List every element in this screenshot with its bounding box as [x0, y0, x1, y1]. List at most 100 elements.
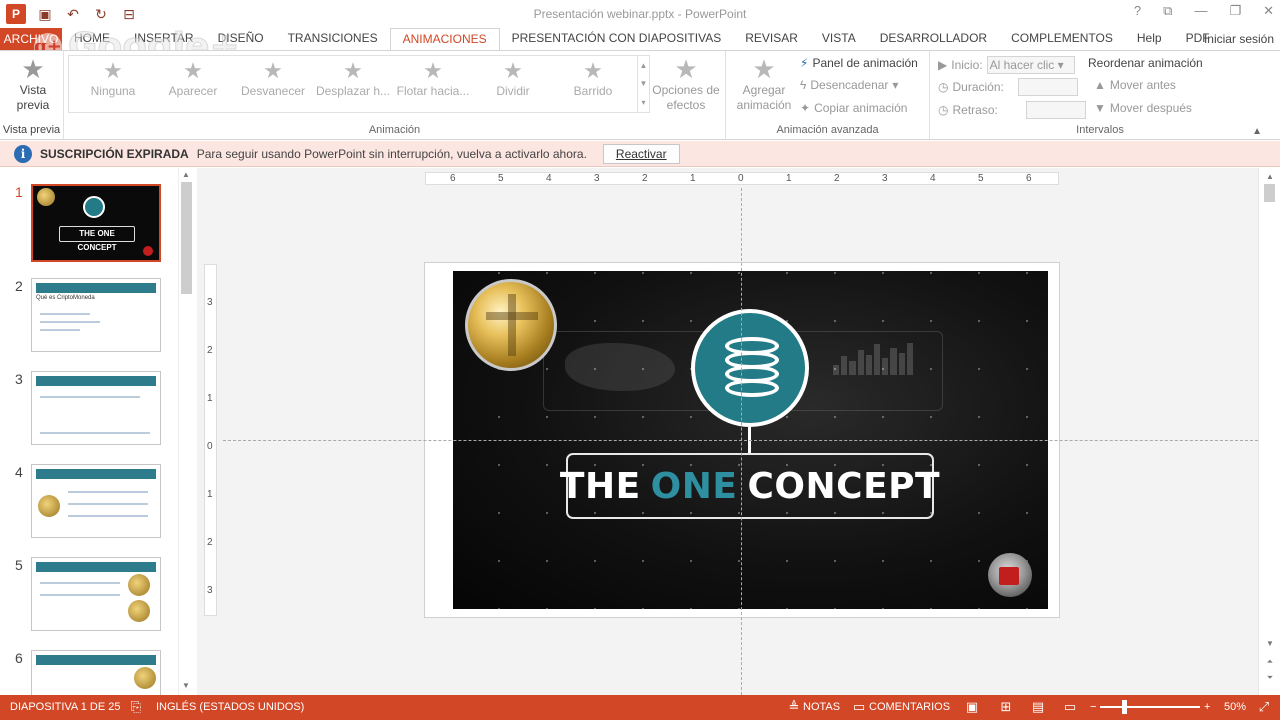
tab-animations[interactable]: ANIMACIONES	[389, 27, 500, 51]
previous-slide-icon[interactable]: ⏶	[1263, 655, 1277, 669]
thumbnail-row[interactable]: 1 THE ONE CONCEPT	[0, 184, 180, 268]
tab-review[interactable]: REVISAR	[733, 28, 810, 50]
scroll-down-icon[interactable]: ▼	[1263, 637, 1277, 651]
minimize-icon[interactable]: —	[1194, 3, 1207, 19]
delay-spinner[interactable]	[1025, 101, 1086, 119]
effect-options-button[interactable]: ★ Opciones de efectos	[650, 55, 722, 113]
fit-slide-icon[interactable]: ⤢	[1256, 699, 1272, 715]
subscription-notification: i SUSCRIPCIÓN EXPIRADA Para seguir usand…	[0, 141, 1280, 167]
notes-button[interactable]: NOTAS	[803, 701, 840, 713]
move-later-button[interactable]: ▼ Mover después	[1094, 101, 1192, 115]
thumb-text-line	[40, 582, 120, 584]
tab-view[interactable]: VISTA	[810, 28, 868, 50]
anim-split[interactable]: ★ Dividir	[473, 58, 553, 98]
comments-button[interactable]: COMENTARIOS	[869, 701, 950, 713]
slide-thumbnails-panel: 1 THE ONE CONCEPT 2 Qué es CriptoMoneda …	[0, 168, 194, 695]
anim-float-in-label: Flotar hacia...	[396, 84, 470, 98]
animation-pane-button[interactable]: ⚡ Panel de animación	[800, 56, 918, 70]
zoom-slider[interactable]	[1100, 706, 1200, 708]
slide-thumbnail-2[interactable]: Qué es CriptoMoneda	[31, 278, 161, 352]
tab-developer[interactable]: DESARROLLADOR	[868, 28, 999, 50]
tab-transitions[interactable]: TRANSICIONES	[276, 28, 390, 50]
trigger-button[interactable]: ϟ Desencadenar ▾	[800, 78, 898, 92]
comments-icon[interactable]: ▭	[851, 699, 867, 715]
notes-icon[interactable]: ≜	[786, 699, 802, 715]
scrollbar-thumb[interactable]	[1264, 184, 1275, 202]
normal-view-icon[interactable]: ▣	[964, 699, 980, 715]
vertical-guide[interactable]	[741, 188, 742, 695]
slide-thumbnail-4[interactable]	[31, 464, 161, 538]
zoom-slider-knob[interactable]	[1122, 700, 1127, 714]
slide-title-box[interactable]: THE ONE CONCEPT	[560, 453, 940, 519]
thumbnail-row[interactable]: 6	[0, 650, 180, 695]
anim-appear-label: Aparecer	[168, 84, 218, 98]
add-animation-button[interactable]: ★ Agregar animación	[730, 55, 798, 113]
slide-thumbnail-3[interactable]	[31, 371, 161, 445]
ribbon-display-icon[interactable]: ⧉	[1163, 3, 1172, 19]
anim-appear[interactable]: ★ Aparecer	[153, 58, 233, 98]
thumbnail-row[interactable]: 4	[0, 464, 180, 548]
title-word-the: THE	[559, 465, 641, 507]
scroll-down-icon[interactable]: ▼	[179, 679, 193, 693]
anim-fly-in[interactable]: ★ Desplazar h...	[313, 58, 393, 98]
scrollbar-thumb[interactable]	[181, 182, 192, 294]
thumbnail-scrollbar[interactable]: ▲ ▼	[178, 168, 194, 695]
tab-slideshow[interactable]: PRESENTACIÓN CON DIAPOSITIVAS	[500, 28, 734, 50]
spellcheck-icon[interactable]: ⎘	[128, 699, 144, 715]
gallery-more-icon[interactable]: ▾	[641, 98, 645, 107]
duration-row: ◷ Duración:	[938, 78, 1078, 96]
ruler-mark: 2	[207, 537, 213, 548]
tab-help[interactable]: Help	[1125, 28, 1174, 50]
animation-painter-button[interactable]: ✦ Copiar animación	[800, 101, 907, 115]
gallery-down-icon[interactable]: ▼	[640, 79, 648, 88]
scroll-up-icon[interactable]: ▲	[179, 168, 193, 182]
thumbnail-row[interactable]: 3	[0, 371, 180, 455]
gallery-scroll[interactable]: ▲ ▼ ▾	[637, 56, 649, 112]
collapse-ribbon-icon[interactable]: ▲	[1252, 126, 1262, 137]
brand-logo-icon[interactable]	[988, 553, 1032, 597]
animation-gallery: ★ Ninguna ★ Aparecer ★ Desvanecer ★ Desplaza…	[68, 55, 650, 113]
close-icon[interactable]: ✕	[1263, 3, 1274, 19]
slide-thumbnail-6[interactable]	[31, 650, 161, 695]
anim-none[interactable]: ★ Ninguna	[73, 58, 153, 98]
sign-in-link[interactable]: Iniciar sesión	[1204, 29, 1274, 49]
thumbnail-number: 2	[15, 278, 23, 294]
help-icon[interactable]: ?	[1134, 3, 1141, 19]
move-earlier-button[interactable]: ▲ Mover antes	[1094, 78, 1176, 92]
slide-thumbnail-5[interactable]	[31, 557, 161, 631]
anim-float-in[interactable]: ★ Flotar hacia...	[393, 58, 473, 98]
reading-view-icon[interactable]: ▤	[1030, 699, 1046, 715]
zoom-in-button[interactable]: +	[1204, 701, 1210, 713]
title-word-concept: CONCEPT	[747, 465, 941, 507]
star-icon: ★	[503, 58, 523, 83]
next-slide-icon[interactable]: ⏷	[1263, 671, 1277, 685]
language-indicator[interactable]: INGLÉS (ESTADOS UNIDOS)	[156, 701, 304, 713]
reactivate-button[interactable]: Reactivar	[602, 143, 680, 164]
onecoin-gold-coin-image[interactable]	[465, 279, 557, 371]
coins-stack-icon[interactable]	[691, 309, 809, 427]
anim-split-label: Dividir	[496, 84, 530, 98]
zoom-out-button[interactable]: −	[1090, 701, 1096, 713]
tab-addins[interactable]: COMPLEMENTOS	[999, 28, 1125, 50]
thumbnail-row[interactable]: 5	[0, 557, 180, 641]
thumbnail-row[interactable]: 2 Qué es CriptoMoneda	[0, 278, 180, 362]
coin-disc	[725, 379, 779, 397]
scroll-up-icon[interactable]: ▲	[1263, 170, 1277, 184]
anim-fade[interactable]: ★ Desvanecer	[233, 58, 313, 98]
anim-fly-in-label: Desplazar h...	[315, 84, 391, 98]
anim-wipe[interactable]: ★ Barrido	[553, 58, 633, 98]
editor-scrollbar[interactable]: ▲ ▼ ⏶ ⏷	[1258, 168, 1280, 695]
star-icon: ★	[103, 58, 123, 83]
thumbnail-number: 4	[15, 464, 23, 480]
preview-button[interactable]: ★ Vista previa	[6, 55, 60, 113]
slideshow-icon[interactable]: ▭	[1062, 699, 1078, 715]
start-select[interactable]: Al hacer clic ▾	[986, 56, 1075, 74]
gallery-up-icon[interactable]: ▲	[640, 61, 648, 70]
slide-thumbnail-1[interactable]: THE ONE CONCEPT	[31, 184, 161, 262]
delay-label: Retraso:	[952, 103, 998, 117]
duration-spinner[interactable]	[1017, 78, 1078, 96]
slide-sorter-icon[interactable]: ⊞	[998, 699, 1014, 715]
star-icon: ★	[343, 58, 363, 83]
zoom-level[interactable]: 50%	[1224, 701, 1246, 713]
restore-icon[interactable]: ❐	[1229, 3, 1241, 19]
